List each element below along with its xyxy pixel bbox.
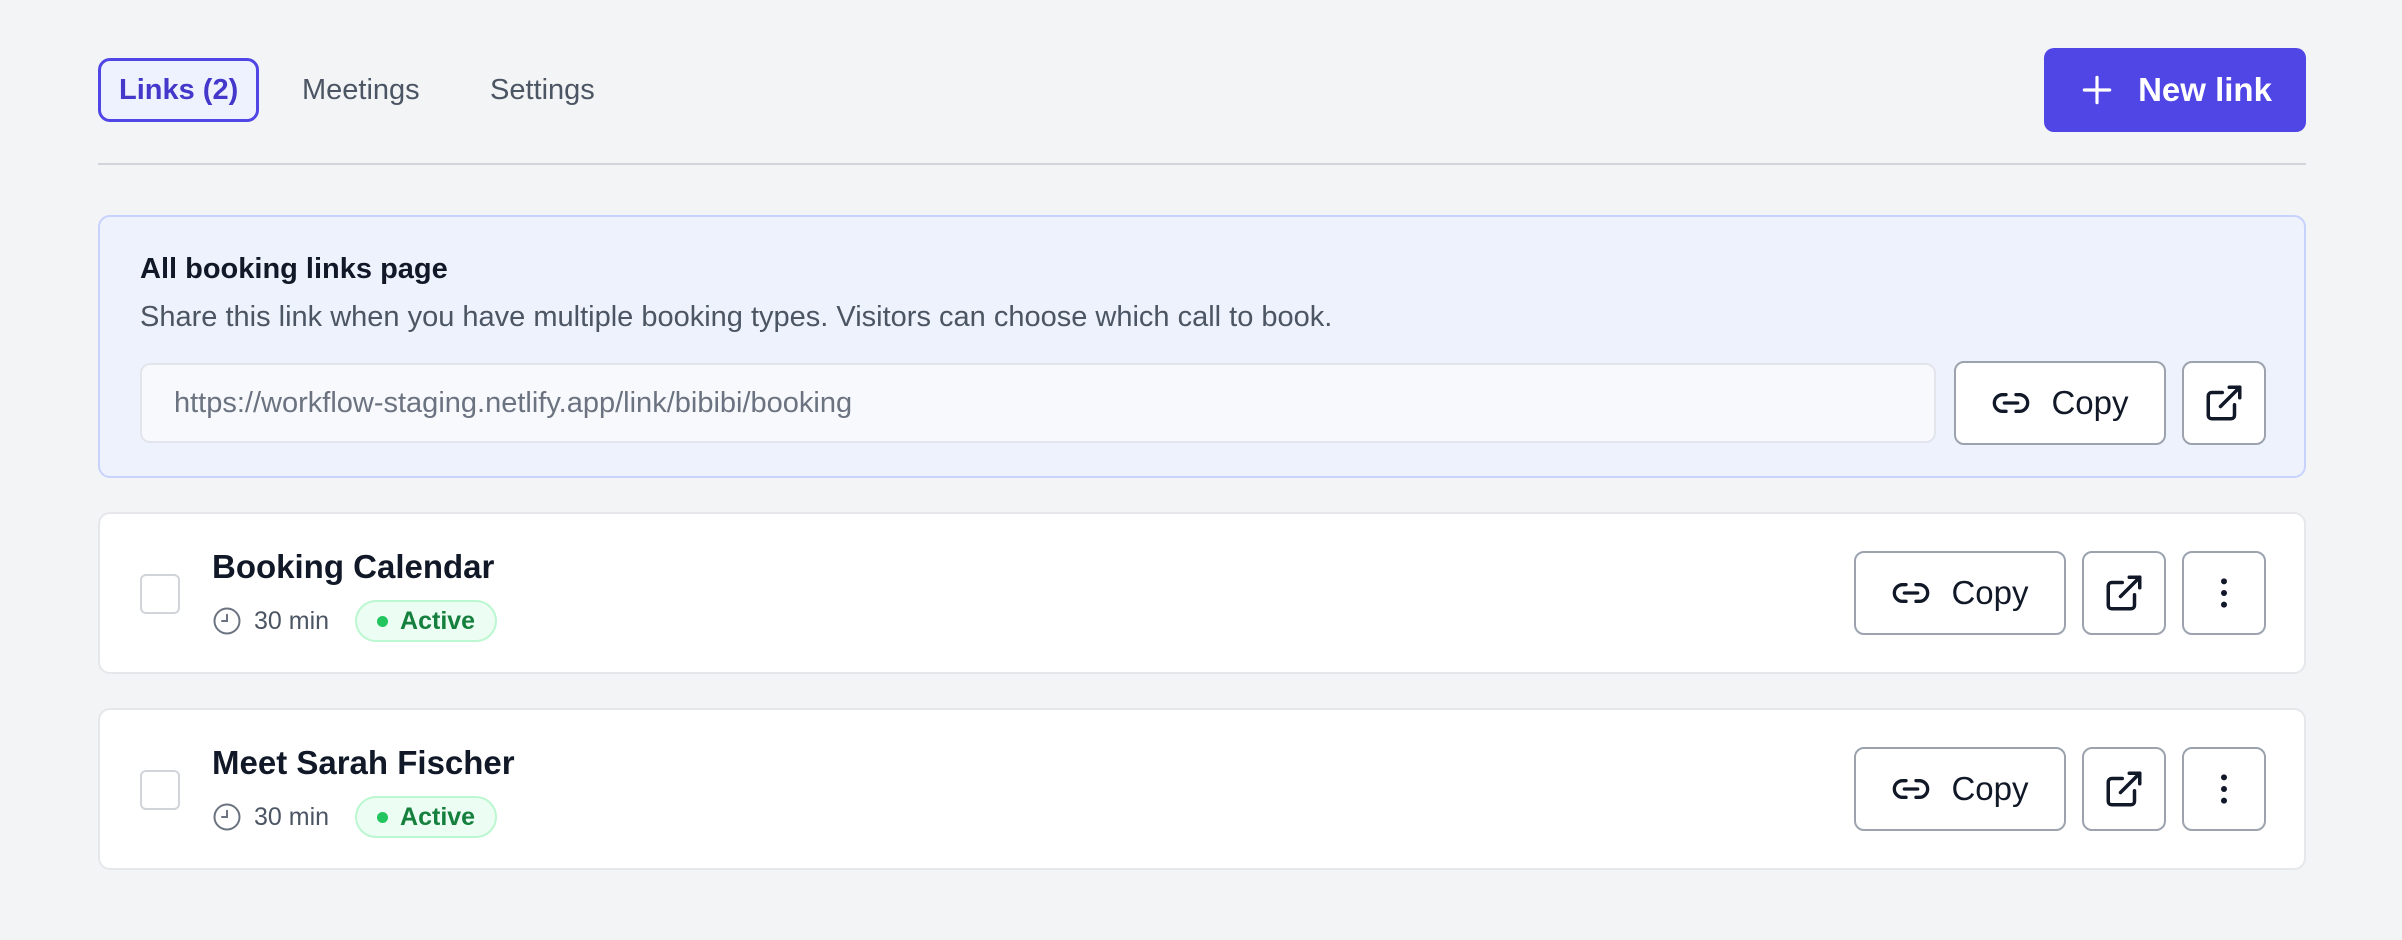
external-link-icon [2106, 575, 2142, 611]
open-link-button[interactable] [2082, 747, 2166, 831]
booking-link-card: Meet Sarah Fischer 30 min Active Copy [98, 708, 2306, 870]
booking-url-field[interactable]: https://workflow-staging.netlify.app/lin… [140, 363, 1936, 443]
select-checkbox[interactable] [140, 574, 180, 614]
duration: 30 min [254, 802, 330, 831]
duration: 30 min [254, 606, 330, 635]
tab-bar: Links (2) Meetings Settings New link [98, 0, 2306, 165]
tab-links[interactable]: Links (2) [98, 58, 260, 122]
copy-label: Copy [1951, 770, 2029, 807]
status-label: Active [400, 606, 476, 635]
status-label: Active [400, 802, 476, 831]
copy-label: Copy [1951, 574, 2029, 611]
copy-label: Copy [2051, 384, 2129, 421]
booking-link-card: Booking Calendar 30 min Active Copy [98, 512, 2306, 674]
all-booking-links-banner: All booking links page Share this link w… [98, 215, 2306, 478]
copy-link-button[interactable]: Copy [1854, 747, 2066, 831]
link-meta: 30 min Active [212, 796, 498, 838]
more-vertical-icon [2221, 578, 2227, 608]
banner-title: All booking links page [140, 253, 448, 285]
status-dot [377, 811, 389, 823]
link-meta: 30 min Active [212, 600, 498, 642]
banner-description: Share this link when you have multiple b… [140, 301, 1333, 333]
status-badge: Active [355, 600, 498, 642]
more-vertical-icon [2221, 774, 2227, 804]
more-options-button[interactable] [2182, 551, 2266, 635]
new-link-button[interactable]: New link [2044, 48, 2306, 132]
status-dot [377, 615, 389, 627]
external-link-icon [2206, 385, 2242, 421]
link-title: Booking Calendar [212, 548, 495, 585]
clock-icon [213, 607, 241, 635]
select-checkbox[interactable] [140, 770, 180, 810]
plus-icon [2082, 75, 2112, 105]
status-badge: Active [355, 796, 498, 838]
open-link-button[interactable] [2082, 551, 2166, 635]
link-icon [1893, 583, 1930, 603]
tab-settings[interactable]: Settings [490, 58, 595, 122]
copy-link-button[interactable]: Copy [1954, 361, 2166, 445]
more-options-button[interactable] [2182, 747, 2266, 831]
tab-meetings[interactable]: Meetings [302, 58, 420, 122]
link-icon [1993, 393, 2030, 413]
link-title: Meet Sarah Fischer [212, 744, 515, 781]
external-link-icon [2106, 771, 2142, 807]
clock-icon [213, 803, 241, 831]
copy-link-button[interactable]: Copy [1854, 551, 2066, 635]
link-icon [1893, 779, 1930, 799]
open-link-button[interactable] [2182, 361, 2266, 445]
new-link-label: New link [2138, 71, 2272, 108]
